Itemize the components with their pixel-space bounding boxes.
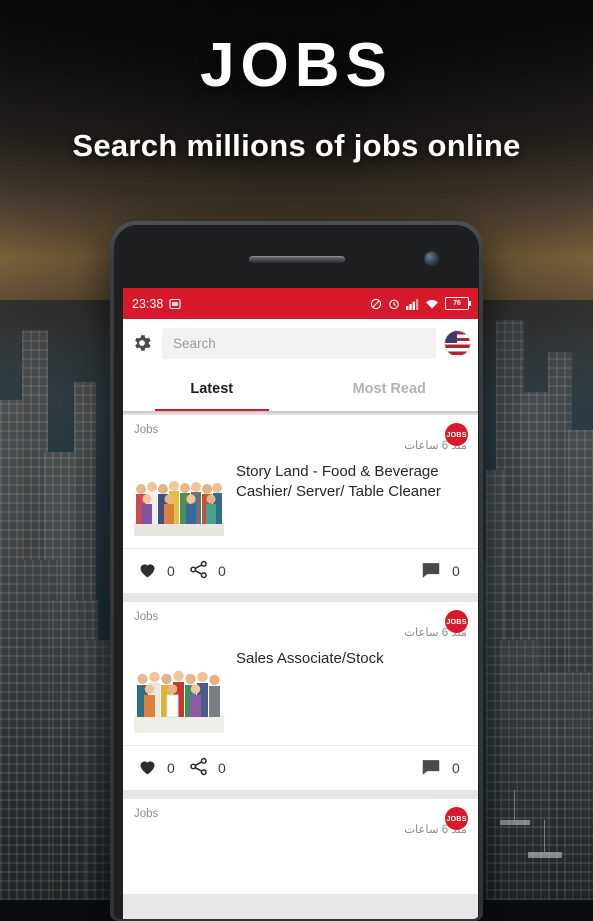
card-category: Jobs (134, 808, 159, 820)
us-flag-icon[interactable] (445, 330, 470, 356)
heart-icon[interactable] (137, 756, 158, 780)
sim-card-icon (169, 298, 181, 310)
share-count: 0 (218, 563, 226, 579)
phone-screen: 23:38 76 Search Latest Most Read Jobs من… (123, 288, 478, 919)
list-item[interactable]: Jobs منذ 6 ساعات JOBS (123, 602, 478, 790)
comment-icon[interactable] (420, 559, 442, 584)
card-title[interactable]: Sales Associate/Stock (236, 645, 384, 669)
status-badge: JOBS (445, 807, 468, 830)
card-time: منذ 6 ساعات (404, 440, 467, 452)
like-count: 0 (167, 563, 175, 579)
status-bar: 23:38 76 (123, 288, 478, 319)
earpiece-speaker (248, 256, 345, 263)
signal-icon (406, 298, 419, 310)
job-feed: Jobs منذ 6 ساعات JOBS Story Land - Food … (123, 415, 478, 894)
list-item[interactable]: Jobs منذ 6 ساعات JOBS (123, 799, 478, 894)
card-body (123, 836, 478, 894)
share-icon[interactable] (188, 756, 209, 780)
search-input[interactable]: Search (162, 327, 436, 359)
card-category: Jobs (134, 424, 159, 436)
comment-count: 0 (452, 563, 460, 579)
like-count: 0 (167, 760, 175, 776)
status-badge: JOBS (445, 423, 468, 446)
card-title[interactable]: Story Land - Food & Beverage Cashier/ Se… (236, 458, 467, 502)
search-placeholder: Search (173, 335, 216, 351)
no-sound-icon (370, 298, 382, 310)
card-category: Jobs (134, 611, 159, 623)
card-body: Sales Associate/Stock (123, 639, 478, 745)
flag-canton (445, 330, 457, 343)
share-count: 0 (218, 760, 226, 776)
tab-latest[interactable]: Latest (123, 367, 301, 411)
heart-icon[interactable] (137, 559, 158, 583)
thumbnail-image (134, 645, 224, 733)
wifi-icon (425, 298, 439, 310)
share-icon[interactable] (188, 559, 209, 583)
card-actions: 0 0 0 (123, 745, 478, 790)
phone-mockup: 23:38 76 Search Latest Most Read Jobs من… (110, 221, 483, 921)
list-item[interactable]: Jobs منذ 6 ساعات JOBS (123, 415, 478, 593)
page-title: JOBS (200, 31, 393, 100)
comment-icon[interactable] (420, 756, 442, 781)
front-camera-icon (425, 252, 438, 265)
page-subtitle: Search millions of jobs online (72, 128, 521, 163)
comment-count: 0 (452, 760, 460, 776)
phone-bezel: 23:38 76 Search Latest Most Read Jobs من… (114, 225, 479, 919)
card-header: Jobs منذ 6 ساعات JOBS (123, 415, 478, 452)
card-actions: 0 0 0 (123, 548, 478, 593)
card-header: Jobs منذ 6 ساعات JOBS (123, 602, 478, 639)
status-badge: JOBS (445, 610, 468, 633)
battery-level: 76 (453, 300, 461, 307)
gear-icon[interactable] (131, 332, 153, 354)
app-toolbar: Search (123, 319, 478, 367)
alarm-icon (388, 298, 400, 310)
card-time: منذ 6 ساعات (404, 627, 467, 639)
active-tab-indicator (154, 408, 269, 411)
status-bar-time: 23:38 (132, 296, 164, 311)
battery-icon: 76 (445, 297, 472, 310)
tab-most-read[interactable]: Most Read (301, 367, 479, 411)
thumbnail-image (134, 458, 224, 536)
card-time: منذ 6 ساعات (404, 824, 467, 836)
card-body: Story Land - Food & Beverage Cashier/ Se… (123, 452, 478, 548)
card-header: Jobs منذ 6 ساعات JOBS (123, 799, 478, 836)
feed-tabs: Latest Most Read (123, 367, 478, 411)
